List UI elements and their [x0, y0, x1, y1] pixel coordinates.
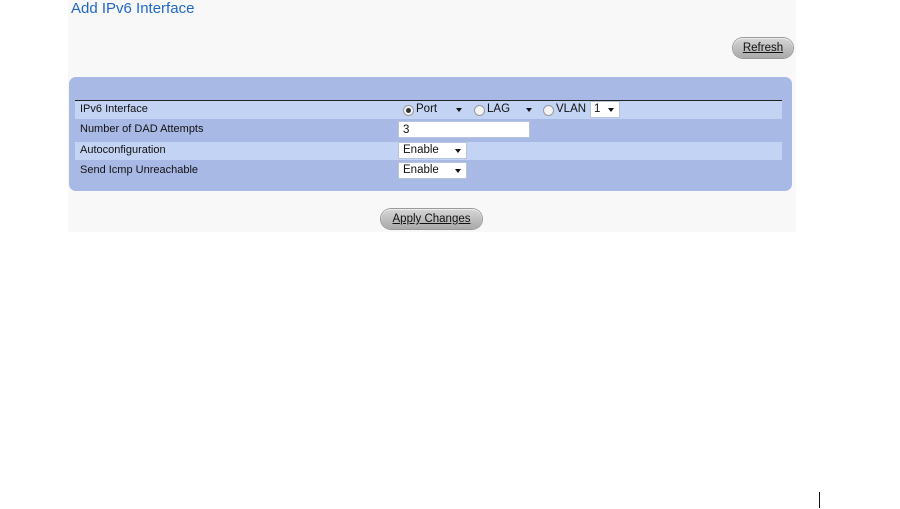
vlan-radio-label: VLAN: [556, 103, 587, 115]
chevron-down-icon: [526, 108, 532, 112]
dad-attempts-label: Number of DAD Attempts: [80, 123, 204, 135]
port-radio-label: Port: [416, 103, 438, 115]
lag-radio-label: LAG: [487, 103, 511, 115]
chevron-down-icon: [455, 149, 461, 153]
port-radio[interactable]: [403, 105, 414, 116]
lag-select[interactable]: [510, 101, 538, 118]
apply-changes-button[interactable]: Apply Changes: [381, 209, 482, 229]
vlan-select-value: 1: [594, 103, 601, 115]
autoconfiguration-select[interactable]: Enable: [398, 142, 467, 159]
vlan-select[interactable]: 1: [590, 101, 620, 118]
dad-attempts-input[interactable]: [398, 121, 530, 138]
send-icmp-unreachable-row: Send Icmp Unreachable Enable: [75, 162, 782, 180]
dad-attempts-row: Number of DAD Attempts: [75, 121, 782, 139]
port-select[interactable]: [443, 101, 468, 118]
vlan-radio[interactable]: [543, 105, 554, 116]
send-icmp-unreachable-select-value: Enable: [403, 164, 439, 176]
page: Add IPv6 Interface Refresh IPv6 Interfac…: [0, 0, 900, 509]
text-cursor-mark: [819, 492, 820, 508]
autoconfiguration-row: Autoconfiguration Enable: [75, 142, 782, 160]
chevron-down-icon: [608, 108, 614, 112]
ipv6-interface-label: IPv6 Interface: [80, 103, 148, 115]
send-icmp-unreachable-label: Send Icmp Unreachable: [80, 164, 199, 176]
refresh-button[interactable]: Refresh: [733, 38, 793, 58]
chevron-down-icon: [456, 108, 462, 112]
chevron-down-icon: [455, 169, 461, 173]
send-icmp-unreachable-select[interactable]: Enable: [398, 162, 467, 179]
autoconfiguration-select-value: Enable: [403, 144, 439, 156]
page-title: Add IPv6 Interface: [71, 0, 195, 17]
ipv6-interface-row: IPv6 Interface Port LAG VLAN 1: [75, 101, 782, 119]
lag-radio[interactable]: [474, 105, 485, 116]
autoconfiguration-label: Autoconfiguration: [80, 144, 166, 156]
